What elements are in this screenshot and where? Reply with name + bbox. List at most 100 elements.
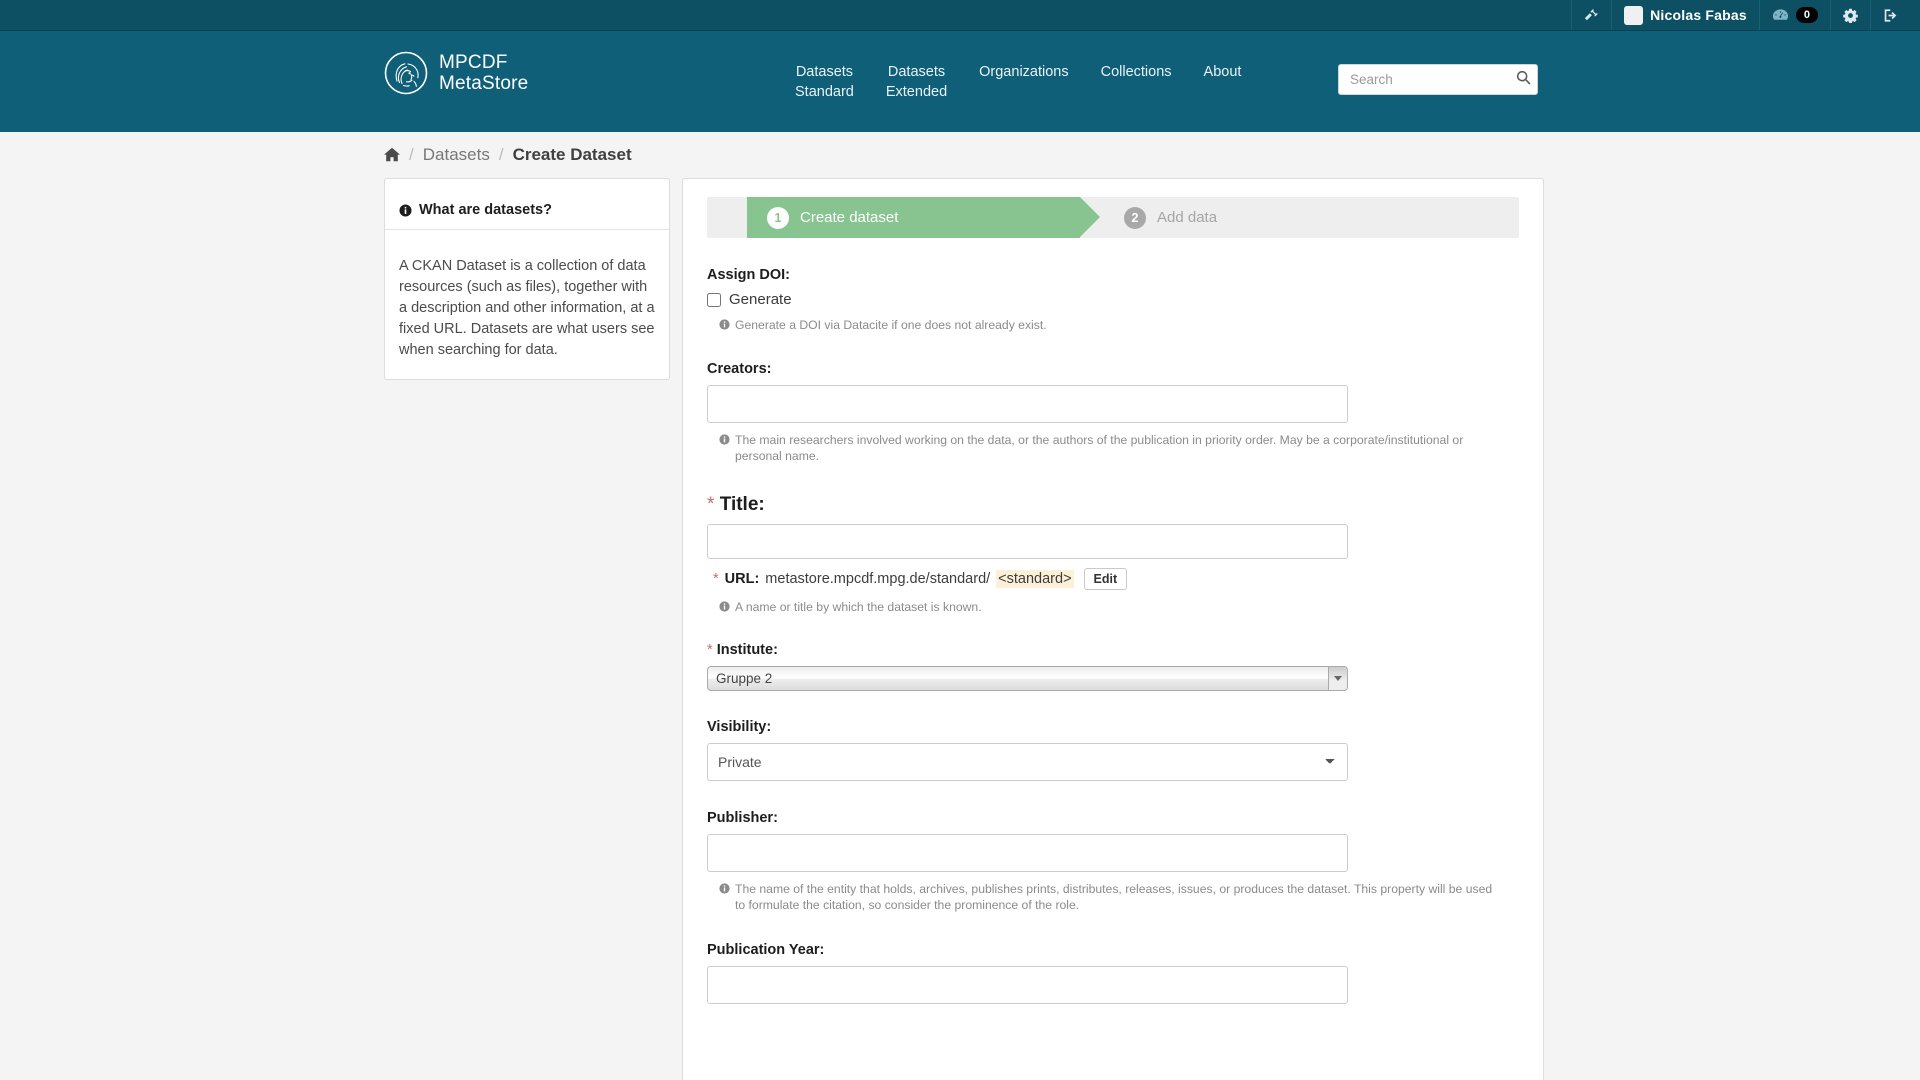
edit-url-button[interactable]: Edit [1083, 568, 1128, 590]
stage-1-number: 1 [767, 206, 789, 229]
brand-line-2: MetaStore [439, 73, 529, 94]
creators-label: Creators: [707, 361, 772, 377]
breadcrumb-separator-2: / [498, 145, 504, 164]
title-label: * Title: [707, 494, 1519, 516]
nav-item-datasets-standard[interactable]: Datasets Standard [779, 59, 870, 105]
dashboard-link[interactable]: 0 [1758, 0, 1830, 30]
stage-1-create-dataset[interactable]: 1 Create dataset [747, 197, 1100, 238]
visibility-select[interactable]: Private Public [707, 743, 1348, 781]
field-group-creators: Creators: The main researchers involved … [707, 333, 1519, 464]
breadcrumb-current: Create Dataset [512, 145, 632, 164]
stage-2-add-data: 2 Add data [1080, 197, 1231, 238]
module-heading: What are datasets? [385, 191, 669, 231]
page-content: What are datasets? A CKAN Dataset is a c… [376, 178, 1544, 1080]
main-navigation: Datasets Standard Datasets Extended Orga… [779, 59, 1257, 105]
creators-help: The main researchers involved working on… [719, 432, 1497, 464]
url-base-text: metastore.mpcdf.mpg.de/standard/ [765, 571, 991, 587]
main-panel: 1 Create dataset 2 Add data Assign DOI: … [682, 178, 1544, 1080]
publisher-help-text: The name of the entity that holds, archi… [735, 882, 1493, 912]
brand-line-1: MPCDF [439, 52, 508, 73]
institute-dropdown-arrow[interactable] [1328, 667, 1347, 690]
sysadmin-settings-link[interactable] [1571, 0, 1611, 30]
title-help-text: A name or title by which the dataset is … [735, 600, 982, 614]
title-required-marker: * [707, 494, 715, 515]
field-group-assign-doi: Assign DOI: Generate Generate a DOI via … [707, 252, 1519, 333]
breadcrumb-datasets-link[interactable]: Datasets [423, 145, 490, 165]
search-icon [1516, 70, 1531, 85]
publisher-label: Publisher: [707, 810, 778, 826]
dataset-form: Assign DOI: Generate Generate a DOI via … [683, 238, 1543, 1034]
field-group-visibility: Visibility: Private Public [707, 691, 1519, 781]
site-logo-link[interactable]: MPCDF MetaStore [384, 51, 528, 95]
field-group-title: * Title: * URL: metastore.mpcdf.mpg.de/s… [707, 464, 1519, 615]
nav-item-about[interactable]: About [1188, 59, 1258, 105]
site-title: MPCDF MetaStore [439, 52, 528, 94]
generate-doi-row: Generate [707, 291, 1519, 308]
search-input[interactable] [1338, 64, 1538, 95]
nav-item-datasets-extended[interactable]: Datasets Extended [870, 59, 963, 105]
gear-icon [1843, 8, 1858, 23]
stage-indicator: 1 Create dataset 2 Add data [707, 197, 1519, 238]
dataset-url-row: * URL: metastore.mpcdf.mpg.de/standard/ <… [713, 568, 1519, 590]
header-search [1338, 64, 1538, 95]
chevron-down-icon [1334, 676, 1342, 681]
institute-select[interactable]: Gruppe 2 [707, 666, 1348, 691]
module-heading-text: What are datasets? [419, 202, 552, 219]
visibility-label: Visibility: [707, 719, 772, 735]
account-bar: Nicolas Fabas 0 [0, 0, 1920, 31]
generate-doi-label: Generate [729, 291, 792, 308]
dashboard-notification-count: 0 [1795, 7, 1818, 23]
publisher-help: The name of the entity that holds, archi… [719, 881, 1497, 913]
info-icon [399, 204, 412, 217]
avatar [1624, 5, 1644, 25]
assign-doi-label: Assign DOI: [707, 267, 790, 283]
stage-2-number: 2 [1124, 206, 1146, 229]
settings-link[interactable] [1830, 0, 1870, 30]
title-help: A name or title by which the dataset is … [719, 599, 1497, 615]
site-header: MPCDF MetaStore Datasets Standard Datase… [0, 31, 1920, 132]
institute-required-marker: * [707, 642, 713, 658]
dashboard-icon [1772, 8, 1789, 22]
logout-link[interactable] [1870, 0, 1920, 30]
nav-item-collections[interactable]: Collections [1085, 59, 1188, 105]
what-are-datasets-module: What are datasets? A CKAN Dataset is a c… [384, 178, 670, 381]
institute-label-text: Institute: [716, 642, 778, 658]
search-submit-button[interactable] [1516, 70, 1531, 88]
hammer-icon [1584, 8, 1599, 23]
nav-item-organizations[interactable]: Organizations [963, 59, 1084, 105]
stage-2-label: Add data [1157, 209, 1218, 226]
institute-selected-value: Gruppe 2 [716, 671, 773, 686]
breadcrumb-separator-1: / [409, 145, 414, 164]
account-user-name: Nicolas Fabas [1650, 7, 1747, 23]
info-icon [719, 433, 730, 465]
assign-doi-help-text: Generate a DOI via Datacite if one does … [735, 318, 1047, 332]
field-group-publication-year: Publication Year: [707, 913, 1519, 1004]
sidebar: What are datasets? A CKAN Dataset is a c… [384, 178, 670, 381]
breadcrumb: / Datasets / Create Dataset [376, 132, 1544, 178]
assign-doi-help: Generate a DOI via Datacite if one does … [719, 317, 1497, 333]
creators-input[interactable] [707, 385, 1348, 423]
info-icon [719, 600, 730, 616]
publication-year-input[interactable] [707, 966, 1348, 1004]
url-slug: <standard> [996, 570, 1074, 588]
logout-icon [1883, 8, 1898, 23]
info-icon [719, 882, 730, 914]
breadcrumb-home-link[interactable] [384, 147, 400, 167]
field-group-publisher: Publisher: The name of the entity that h… [707, 781, 1519, 913]
module-body: A CKAN Dataset is a collection of data r… [399, 258, 655, 359]
url-required-marker: * [713, 571, 719, 587]
institute-label: * Institute: [707, 642, 1519, 658]
title-label-text: Title: [719, 494, 765, 515]
breadcrumb-bar: / Datasets / Create Dataset [0, 132, 1920, 178]
publication-year-label: Publication Year: [707, 942, 825, 958]
info-icon [719, 318, 730, 334]
mpg-minerva-logo-icon [384, 51, 428, 95]
stage-1-label: Create dataset [800, 209, 899, 226]
generate-doi-checkbox[interactable] [707, 292, 721, 307]
user-account-link[interactable]: Nicolas Fabas [1611, 0, 1759, 30]
field-group-institute: * Institute: Gruppe 2 [707, 615, 1519, 691]
home-icon [384, 147, 400, 162]
title-input[interactable] [707, 524, 1348, 559]
creators-help-text: The main researchers involved working on… [735, 433, 1464, 463]
publisher-input[interactable] [707, 834, 1348, 872]
